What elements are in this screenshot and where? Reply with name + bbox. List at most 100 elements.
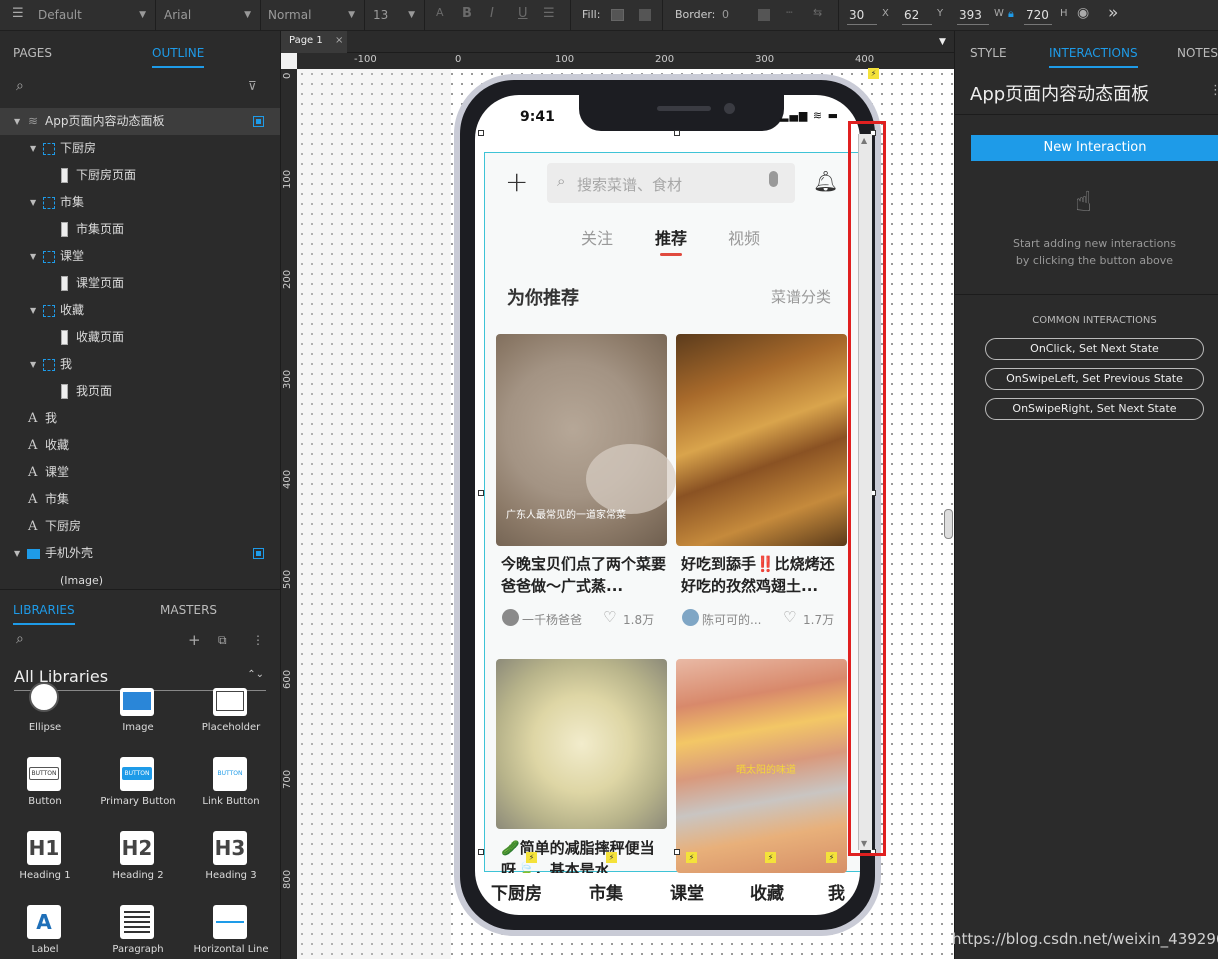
common-interaction-swipeleft[interactable]: OnSwipeLeft, Set Previous State bbox=[985, 368, 1204, 390]
tree-item-text-1[interactable]: A 我 bbox=[0, 405, 280, 432]
tree-item-state-3[interactable]: ▼ 课堂 bbox=[0, 243, 280, 270]
tree-item-page-5[interactable]: 我页面 bbox=[0, 378, 280, 405]
tab-page-1[interactable]: Page 1 × bbox=[281, 31, 347, 53]
copy-icon[interactable]: ⧉ bbox=[218, 633, 227, 648]
tree-item-page-2[interactable]: 市集页面 bbox=[0, 216, 280, 243]
filter-icon[interactable]: ⊽ bbox=[248, 79, 257, 93]
interaction-lightning-icon[interactable]: ⚡ bbox=[526, 852, 537, 863]
interaction-lightning-icon[interactable]: ⚡ bbox=[686, 852, 697, 863]
tree-item-state-1[interactable]: ▼ 下厨房 bbox=[0, 135, 280, 162]
add-icon[interactable]: + bbox=[188, 631, 201, 649]
recipe-category-link[interactable]: 菜谱分类 bbox=[771, 286, 831, 307]
border-arrange-icon[interactable]: ⇆ bbox=[813, 6, 822, 19]
more-vertical-icon[interactable]: ⋮ bbox=[252, 633, 264, 647]
nav-item-kitchen[interactable]: 下厨房 bbox=[491, 879, 542, 904]
tab-follow[interactable]: 关注 bbox=[581, 225, 613, 249]
tab-recommend[interactable]: 推荐 bbox=[655, 225, 687, 249]
resize-handle[interactable] bbox=[478, 130, 484, 136]
more-vertical-icon[interactable]: ⋮ bbox=[1209, 83, 1218, 98]
tree-item-state-5[interactable]: ▼ 我 bbox=[0, 351, 280, 378]
font-color-icon[interactable]: A bbox=[436, 6, 444, 19]
resize-handle[interactable] bbox=[478, 490, 484, 496]
tab-style[interactable]: STYLE bbox=[970, 46, 1007, 60]
tab-outline[interactable]: OUTLINE bbox=[152, 46, 204, 60]
tree-item-page-1[interactable]: 下厨房页面 bbox=[0, 162, 280, 189]
phone-frame[interactable]: 9:41 ▂▄▆ ≋ ▬ + ⌕ 搜索菜谱、食材 🔔︎ 关注 推荐 视频 为你推… bbox=[454, 74, 881, 936]
underline-icon[interactable]: U bbox=[518, 6, 528, 21]
microphone-icon[interactable] bbox=[769, 171, 778, 187]
tab-masters[interactable]: MASTERS bbox=[160, 603, 217, 617]
interaction-lightning-icon[interactable]: ⚡ bbox=[765, 852, 776, 863]
heart-icon[interactable]: ♡ bbox=[603, 608, 616, 626]
size-select[interactable]: 13 ▼ bbox=[369, 4, 419, 26]
tab-video[interactable]: 视频 bbox=[728, 225, 760, 249]
bell-icon[interactable]: 🔔︎ bbox=[813, 169, 838, 193]
recipe-title[interactable]: 今晚宝贝们点了两个菜要爸爸做～广式蒸... bbox=[501, 553, 667, 597]
weight-select[interactable]: Normal ▼ bbox=[264, 4, 359, 26]
border-color-swatch[interactable] bbox=[758, 9, 770, 21]
close-icon[interactable]: × bbox=[335, 35, 343, 46]
search-icon[interactable]: ⌕ bbox=[16, 78, 24, 94]
interaction-lightning-icon[interactable]: ⚡ bbox=[606, 852, 617, 863]
tree-item-text-4[interactable]: A 市集 bbox=[0, 486, 280, 513]
fill-color-swatch[interactable] bbox=[639, 9, 651, 21]
canvas-scrollbar-thumb[interactable] bbox=[944, 509, 953, 539]
tab-libraries[interactable]: LIBRARIES bbox=[13, 603, 75, 617]
more-chevrons-icon[interactable]: » bbox=[1108, 3, 1118, 23]
dynamic-panel[interactable]: + ⌕ 搜索菜谱、食材 🔔︎ 关注 推荐 视频 为你推荐 菜谱分类 广东人最常见… bbox=[484, 152, 860, 873]
recipe-image[interactable]: 广东人最常见的一道家常菜 bbox=[496, 334, 676, 546]
common-interaction-swiperight[interactable]: OnSwipeRight, Set Next State bbox=[985, 398, 1204, 420]
font-select[interactable]: Arial ▼ bbox=[160, 4, 255, 26]
w-input[interactable]: 393 bbox=[957, 5, 989, 25]
interaction-lightning-icon[interactable]: ⚡ bbox=[868, 68, 879, 79]
border-value[interactable]: 0 bbox=[722, 8, 729, 21]
bold-icon[interactable]: B bbox=[462, 6, 472, 21]
heart-icon[interactable]: ♡ bbox=[783, 608, 796, 626]
tree-item-page-4[interactable]: 收藏页面 bbox=[0, 324, 280, 351]
image-icon bbox=[61, 222, 68, 237]
nav-item-market[interactable]: 市集 bbox=[589, 879, 623, 904]
new-interaction-button[interactable]: New Interaction bbox=[971, 135, 1218, 161]
tab-interactions[interactable]: INTERACTIONS bbox=[1049, 46, 1138, 60]
tree-item-text-2[interactable]: A 收藏 bbox=[0, 432, 280, 459]
resize-handle[interactable] bbox=[674, 130, 680, 136]
nav-item-favorites[interactable]: 收藏 bbox=[750, 879, 784, 904]
h-input[interactable]: 720 bbox=[1024, 5, 1052, 25]
chevron-down-icon[interactable]: ▼ bbox=[939, 37, 946, 47]
x-input[interactable]: 30 bbox=[847, 5, 877, 25]
recipe-title[interactable]: 好吃到舔手‼️比烧烤还好吃的孜然鸡翅土... bbox=[681, 553, 847, 597]
lock-icon[interactable]: 🔒︎ bbox=[1008, 7, 1014, 21]
tree-item-dynamic-panel[interactable]: ▼ ≋ App页面内容动态面板 bbox=[0, 108, 280, 135]
y-input[interactable]: 62 bbox=[902, 5, 932, 25]
tree-item-state-2[interactable]: ▼ 市集 bbox=[0, 189, 280, 216]
tab-pages[interactable]: PAGES bbox=[13, 46, 52, 60]
visibility-eye-icon[interactable]: ◉ bbox=[1077, 5, 1089, 21]
nav-item-class[interactable]: 课堂 bbox=[670, 879, 704, 904]
ruler-horizontal: -100 0 100 200 300 400 bbox=[297, 53, 954, 69]
recipe-image[interactable] bbox=[496, 659, 667, 829]
add-icon[interactable]: + bbox=[505, 165, 528, 198]
resize-handle[interactable] bbox=[478, 849, 484, 855]
recipe-image[interactable] bbox=[676, 334, 847, 546]
border-style-icon[interactable]: ┄ bbox=[786, 6, 793, 19]
tree-item-state-4[interactable]: ▼ 收藏 bbox=[0, 297, 280, 324]
tree-item-folder[interactable]: ▼ 手机外壳 bbox=[0, 540, 280, 567]
nav-item-me[interactable]: 我 bbox=[828, 879, 845, 904]
tab-notes[interactable]: NOTES bbox=[1177, 46, 1218, 60]
style-select[interactable]: Default ▼ bbox=[34, 4, 150, 26]
search-icon[interactable]: ⌕ bbox=[16, 631, 24, 647]
italic-icon[interactable]: I bbox=[490, 6, 494, 21]
search-bar[interactable]: ⌕ 搜索菜谱、食材 bbox=[547, 163, 795, 203]
resize-handle[interactable] bbox=[674, 849, 680, 855]
interaction-lightning-icon[interactable]: ⚡ bbox=[826, 852, 837, 863]
design-canvas[interactable]: Page 1 × ▼ -100 0 100 200 300 400 0 100 … bbox=[281, 31, 954, 959]
fill-image-icon[interactable] bbox=[611, 9, 624, 21]
list-icon[interactable]: ☰ bbox=[543, 6, 555, 21]
chevron-updown-icon: ⌃⌄ bbox=[247, 669, 264, 680]
tree-item-text-5[interactable]: A 下厨房 bbox=[0, 513, 280, 540]
recipe-image[interactable]: 晒太阳的味道 bbox=[676, 659, 847, 873]
tree-item-page-3[interactable]: 课堂页面 bbox=[0, 270, 280, 297]
common-interaction-onclick[interactable]: OnClick, Set Next State bbox=[985, 338, 1204, 360]
widget-name[interactable]: App页面内容动态面板 bbox=[970, 80, 1149, 106]
tree-item-text-3[interactable]: A 课堂 bbox=[0, 459, 280, 486]
